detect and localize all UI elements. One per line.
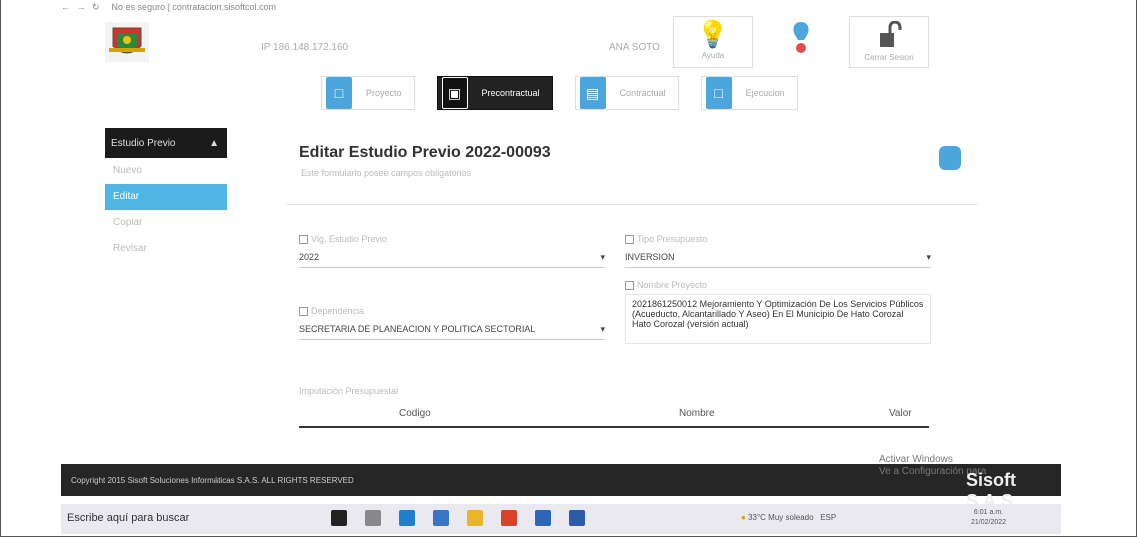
sidebar-item-revisar[interactable]: Revisar [105,236,227,262]
store-icon[interactable] [433,510,449,526]
imputacion-label: Imputación Presupuestal [299,386,399,396]
dropdown-icon: ▾ [926,252,931,262]
notebook-icon: ▣ [441,77,468,109]
process-steps: □ Proyecto ▣ Precontractual ▤ Contractua… [321,76,798,110]
browser-address-bar[interactable]: ← → ↻ No es seguro | contratacion.sisoft… [61,0,1061,14]
sidebar-item-nuevo[interactable]: Nuevo [105,158,227,184]
task-view-icon[interactable] [331,510,347,526]
time: 6:01 a.m. [973,509,1004,516]
sidebar-item-editar[interactable]: Editar [105,184,227,210]
dependencia-label: Dependencia [311,306,365,316]
step-precontractual[interactable]: ▣ Precontractual [436,76,553,110]
print-icon[interactable] [939,146,961,170]
nav-arrows-icon[interactable]: ← → ↻ [61,2,102,13]
nombre-proyecto-label: Nombre Proyecto [637,280,708,290]
divider [287,204,977,205]
step-label: Ejecucion [745,88,785,98]
footer: Copyright 2015 Sisoft Soluciones Informá… [61,454,1061,511]
dependencia-value: SECRETARIA DE PLANEACION Y POLITICA SECT… [299,324,536,334]
taskbar-apps [331,510,585,526]
help-label: Ayuda [701,51,725,60]
nombre-proyecto-value[interactable]: 2021861250012 Mejoramiento Y Optimizació… [625,294,931,344]
calendar-icon [299,234,308,244]
calendar-icon [625,280,634,290]
notification-icon [793,22,809,53]
mail-icon[interactable] [535,510,551,526]
app-header: IP 186.148.172.160 ANA SOTO 💡 Ayuda Cerr… [61,14,1061,74]
document-icon: □ [705,77,732,109]
file-explorer-icon[interactable] [467,510,483,526]
weather-text: 33°C Muy soleado [748,513,814,522]
calendar-icon [625,234,634,244]
vigencia-field[interactable]: Vig. Estudio Previo 2022 ▾ [299,234,605,268]
sidebar-header[interactable]: Estudio Previo ▲ [105,128,227,158]
taskbar-clock[interactable]: 6:01 a.m. 21/02/2022 [971,508,1006,528]
nombre-proyecto-field[interactable]: Nombre Proyecto 2021861250012 Mejoramien… [625,280,931,344]
widgets-icon[interactable] [365,510,381,526]
notification-button[interactable] [761,16,841,68]
tipo-presupuesto-field[interactable]: Tipo Presupuesto INVERSION ▾ [625,234,931,268]
weather-icon: ● [741,513,746,522]
logout-label: Cerrar Sesion [864,53,914,62]
dropdown-icon: ▾ [600,252,605,262]
lightbulb-icon: 💡 [696,19,730,49]
contract-icon: ▤ [579,77,606,109]
windows-taskbar: Escribe aquí para buscar ● 33°C Muy sole… [61,504,1061,534]
help-button[interactable]: 💡 Ayuda [673,16,753,68]
edge-icon[interactable] [399,510,415,526]
step-ejecucion[interactable]: □ Ejecucion [700,76,798,110]
document-icon: □ [326,77,352,109]
taskbar-search-input[interactable]: Escribe aquí para buscar [67,512,317,524]
step-label: Contractual [619,88,666,98]
url-text[interactable]: No es seguro | contratacion.sisoftcol.co… [112,2,276,12]
unlock-icon [880,20,902,47]
user-name: ANA SOTO [609,42,660,53]
vigencia-value: 2022 [299,252,320,262]
municipal-shield-logo [105,22,149,62]
page-title: Editar Estudio Previo 2022-00093 [299,144,551,161]
watermark-line-1: Activar Windows [879,454,953,465]
date: 21/02/2022 [971,519,1007,526]
sidebar-header-label: Estudio Previo [111,137,176,149]
caret-up-icon: ▲ [209,137,219,149]
tipo-presupuesto-label: Tipo Presupuesto [637,234,708,244]
word-icon[interactable] [569,510,585,526]
sidebar: Estudio Previo ▲ Nuevo Editar Copiar Rev… [105,128,227,262]
dependencia-field[interactable]: Dependencia SECRETARIA DE PLANEACION Y P… [299,306,605,340]
dropdown-icon: ▾ [600,324,605,334]
ip-address: IP 186.148.172.160 [261,42,349,53]
chrome-icon[interactable] [501,510,517,526]
table-header-divider [299,426,929,428]
scrollbar[interactable] [1001,130,1009,450]
logout-button[interactable]: Cerrar Sesion [849,16,929,68]
column-header-codigo: Codigo [399,408,431,419]
sidebar-item-copiar[interactable]: Copiar [105,210,227,236]
page-subtitle: Este formulario posee campos obligatorio… [301,168,472,178]
column-header-nombre: Nombre [679,408,715,419]
edit-form-panel: Editar Estudio Previo 2022-00093 Este fo… [271,124,1001,454]
system-tray[interactable]: ● 33°C Muy soleado ESP [741,513,836,522]
vigencia-label: Vig. Estudio Previo [311,234,387,244]
step-label: Precontractual [481,88,540,98]
tipo-presupuesto-value: INVERSION [625,252,675,262]
copyright-text: Copyright 2015 Sisoft Soluciones Informá… [71,476,354,485]
calendar-icon [299,306,308,316]
step-contractual[interactable]: ▤ Contractual [574,76,679,110]
step-proyecto[interactable]: □ Proyecto [321,76,415,110]
language-indicator: ESP [820,513,837,522]
column-header-valor: Valor [889,408,912,419]
step-label: Proyecto [366,88,402,98]
screen-frame: ← → ↻ No es seguro | contratacion.sisoft… [0,0,1137,537]
